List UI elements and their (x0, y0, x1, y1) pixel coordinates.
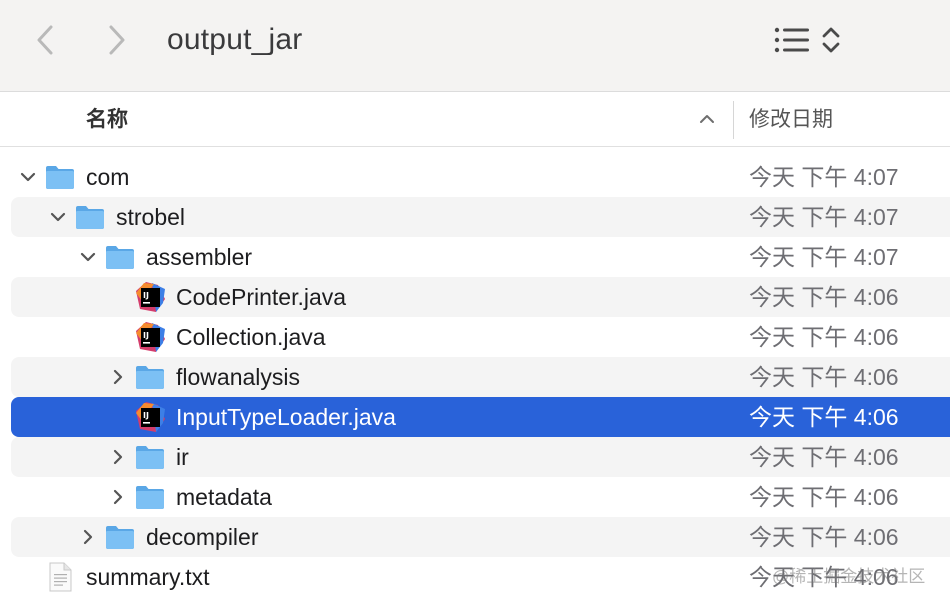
file-row[interactable]: com 今天 下午 4:07 (0, 157, 950, 197)
file-row[interactable]: IJ Collection.java 今天 下午 4:06 (0, 317, 950, 357)
modified-date: 今天 下午 4:06 (749, 364, 899, 390)
text-file-icon (44, 561, 76, 593)
modified-date: 今天 下午 4:07 (749, 164, 899, 190)
toolbar: output_jar (0, 0, 950, 92)
file-row[interactable]: flowanalysis 今天 下午 4:06 (0, 357, 950, 397)
chevron-right-icon[interactable] (107, 366, 129, 388)
chevron-right-icon[interactable] (107, 446, 129, 468)
file-row[interactable]: strobel 今天 下午 4:07 (0, 197, 950, 237)
window-title: output_jar (167, 23, 303, 56)
file-name: metadata (176, 484, 272, 510)
chevron-down-icon[interactable] (17, 166, 39, 188)
file-row[interactable]: assembler 今天 下午 4:07 (0, 237, 950, 277)
folder-icon (134, 361, 166, 393)
modified-date: 今天 下午 4:06 (749, 484, 899, 510)
folder-icon (134, 441, 166, 473)
modified-date: 今天 下午 4:06 (749, 324, 899, 350)
file-name: assembler (146, 244, 253, 270)
folder-icon (104, 241, 136, 273)
modified-date: 今天 下午 4:07 (749, 204, 899, 230)
modified-date: 今天 下午 4:06 (749, 524, 899, 550)
watermark: @稀土掘金技术社区 (772, 567, 926, 586)
chevron-down-icon[interactable] (77, 246, 99, 268)
modified-date: 今天 下午 4:06 (749, 404, 899, 430)
folder-icon (134, 481, 166, 513)
file-name: strobel (116, 204, 186, 230)
svg-text:IJ: IJ (143, 411, 149, 420)
back-button[interactable] (27, 22, 63, 58)
file-row-selected[interactable]: IJ InputTypeLoader.java 今天 下午 4:06 (0, 397, 950, 437)
chevron-right-icon (109, 25, 125, 55)
svg-text:IJ: IJ (143, 331, 149, 340)
modified-date: 今天 下午 4:07 (749, 244, 899, 270)
file-row[interactable]: ir 今天 下午 4:06 (0, 437, 950, 477)
list-view-icon (774, 27, 809, 53)
file-name: ir (176, 444, 189, 470)
up-down-chevron-icon (822, 27, 840, 53)
date-column-header[interactable]: 修改日期 (749, 105, 833, 135)
column-header: 名称 修改日期 (0, 93, 950, 147)
file-row[interactable]: metadata 今天 下午 4:06 (0, 477, 950, 517)
file-name: flowanalysis (176, 364, 300, 390)
file-row[interactable]: decompiler 今天 下午 4:06 (0, 517, 950, 557)
svg-text:IJ: IJ (143, 291, 149, 300)
view-options-button[interactable] (772, 22, 844, 58)
forward-button[interactable] (99, 22, 135, 58)
file-name: Collection.java (176, 324, 326, 350)
file-name: InputTypeLoader.java (176, 404, 396, 430)
folder-icon (74, 201, 106, 233)
chevron-down-icon[interactable] (47, 206, 69, 228)
folder-icon (44, 161, 76, 193)
file-row[interactable]: IJ CodePrinter.java 今天 下午 4:06 (0, 277, 950, 317)
file-name: decompiler (146, 524, 259, 550)
chevron-up-icon[interactable] (697, 109, 717, 129)
file-list: com 今天 下午 4:07 strobel 今天 下午 4:07 assembler 今… (0, 157, 950, 597)
chevron-left-icon (37, 25, 53, 55)
intellij-java-file-icon: IJ (134, 281, 166, 313)
intellij-java-file-icon: IJ (134, 401, 166, 433)
column-divider[interactable] (733, 101, 734, 139)
chevron-right-icon[interactable] (107, 486, 129, 508)
modified-date: 今天 下午 4:06 (749, 444, 899, 470)
file-name: com (86, 164, 130, 190)
name-column-header[interactable]: 名称 (86, 105, 128, 135)
intellij-java-file-icon: IJ (134, 321, 166, 353)
file-name: summary.txt (86, 564, 210, 590)
file-name: CodePrinter.java (176, 284, 347, 310)
folder-icon (104, 521, 136, 553)
modified-date: 今天 下午 4:06 (749, 284, 899, 310)
chevron-right-icon[interactable] (77, 526, 99, 548)
